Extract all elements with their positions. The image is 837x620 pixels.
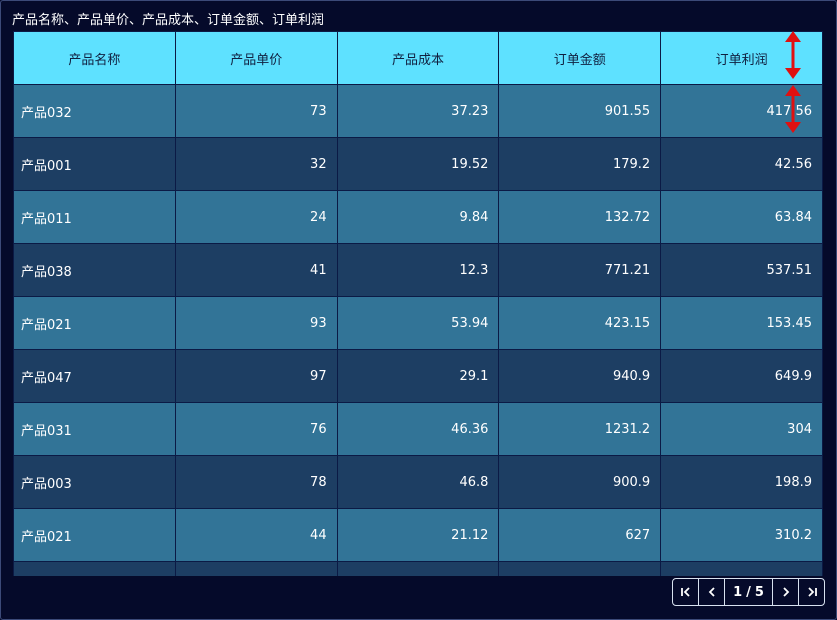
cell-product-name: 产品001: [13, 137, 176, 191]
cell-unit-price: 73: [174, 84, 338, 138]
cell-order-amount: 900.9: [498, 455, 662, 509]
cell-product-name: 产品031: [13, 402, 176, 456]
cell-product-name: 产品021: [13, 508, 176, 562]
next-page-icon: [782, 587, 789, 597]
cell-product-name: 产品021: [13, 296, 176, 350]
cell-unit-price: 41: [174, 243, 338, 297]
cell-product-cost: 9.84: [336, 190, 500, 244]
header-product-cost[interactable]: 产品成本: [336, 31, 500, 85]
cell-unit-price: 76: [174, 402, 338, 456]
cell-product-name: 产品047: [13, 349, 176, 403]
cell-order-amount: [498, 561, 662, 576]
cell-order-profit: 198.9: [660, 455, 823, 509]
cell-product-cost: 37.23: [336, 84, 500, 138]
page-separator: /: [746, 584, 751, 600]
pagination: 1 / 5: [672, 578, 825, 606]
cell-unit-price: 32: [174, 137, 338, 191]
cell-product-name: 产品003: [13, 455, 176, 509]
cell-order-profit: 649.9: [660, 349, 823, 403]
cell-product-cost: 53.94: [336, 296, 500, 350]
cell-product-name: 产品011: [13, 190, 176, 244]
prev-page-button[interactable]: [699, 579, 725, 605]
cell-product-cost: 46.8: [336, 455, 500, 509]
table-row[interactable]: [13, 561, 823, 576]
cell-product-name: [13, 561, 176, 576]
cell-product-cost: 29.1: [336, 349, 500, 403]
cell-order-amount: 627: [498, 508, 662, 562]
cell-order-amount: 1231.2: [498, 402, 662, 456]
table-row[interactable]: 产品003 78 46.8 900.9 198.9: [13, 455, 823, 509]
cell-order-profit: 304: [660, 402, 823, 456]
next-page-button[interactable]: [773, 579, 799, 605]
cell-order-profit: 63.84: [660, 190, 823, 244]
cell-order-amount: 901.55: [498, 84, 662, 138]
first-page-button[interactable]: [673, 579, 699, 605]
table-row[interactable]: 产品047 97 29.1 940.9 649.9: [13, 349, 823, 403]
table-row[interactable]: 产品001 32 19.52 179.2 42.56: [13, 137, 823, 191]
cell-order-profit: 310.2: [660, 508, 823, 562]
cell-order-profit: [660, 561, 823, 576]
prev-page-icon: [708, 587, 715, 597]
cell-product-cost: 21.12: [336, 508, 500, 562]
cell-order-amount: 423.15: [498, 296, 662, 350]
table-row[interactable]: 产品038 41 12.3 771.21 537.51: [13, 243, 823, 297]
cell-order-profit: 153.45: [660, 296, 823, 350]
cell-product-cost: 46.36: [336, 402, 500, 456]
table-row[interactable]: 产品032 73 37.23 901.55 417.56: [13, 84, 823, 138]
table-row[interactable]: 产品031 76 46.36 1231.2 304: [13, 402, 823, 456]
cell-unit-price: 44: [174, 508, 338, 562]
cell-product-name: 产品038: [13, 243, 176, 297]
cell-unit-price: 93: [174, 296, 338, 350]
row-height-annotation-arrows: [785, 31, 801, 133]
cell-order-amount: 179.2: [498, 137, 662, 191]
table-row[interactable]: 产品021 93 53.94 423.15 153.45: [13, 296, 823, 350]
last-page-button[interactable]: [799, 579, 824, 605]
cell-order-amount: 132.72: [498, 190, 662, 244]
current-page: 1: [733, 584, 743, 600]
cell-unit-price: [174, 561, 338, 576]
cell-order-profit: 42.56: [660, 137, 823, 191]
cell-unit-price: 78: [174, 455, 338, 509]
table-row[interactable]: 产品011 24 9.84 132.72 63.84: [13, 190, 823, 244]
page-indicator: 1 / 5: [725, 579, 773, 605]
table-row[interactable]: 产品021 44 21.12 627 310.2: [13, 508, 823, 562]
cell-order-profit: 537.51: [660, 243, 823, 297]
cell-unit-price: 24: [174, 190, 338, 244]
data-table: 产品名称 产品单价 产品成本 订单金额 订单利润 产品032 73 37.23 901…: [13, 31, 823, 576]
table-header-row: 产品名称 产品单价 产品成本 订单金额 订单利润: [13, 31, 823, 85]
total-pages: 5: [754, 584, 764, 600]
table-title: 产品名称、产品单价、产品成本、订单金额、订单利润: [12, 13, 325, 28]
header-order-amount[interactable]: 订单金额: [498, 31, 662, 85]
cell-product-cost: [336, 561, 500, 576]
cell-product-name: 产品032: [13, 84, 176, 138]
first-page-icon: [680, 587, 690, 597]
cell-unit-price: 97: [174, 349, 338, 403]
cell-order-amount: 771.21: [498, 243, 662, 297]
header-unit-price[interactable]: 产品单价: [174, 31, 338, 85]
header-product-name[interactable]: 产品名称: [13, 31, 176, 85]
last-page-icon: [807, 587, 817, 597]
cell-product-cost: 19.52: [336, 137, 500, 191]
cell-order-amount: 940.9: [498, 349, 662, 403]
cell-product-cost: 12.3: [336, 243, 500, 297]
